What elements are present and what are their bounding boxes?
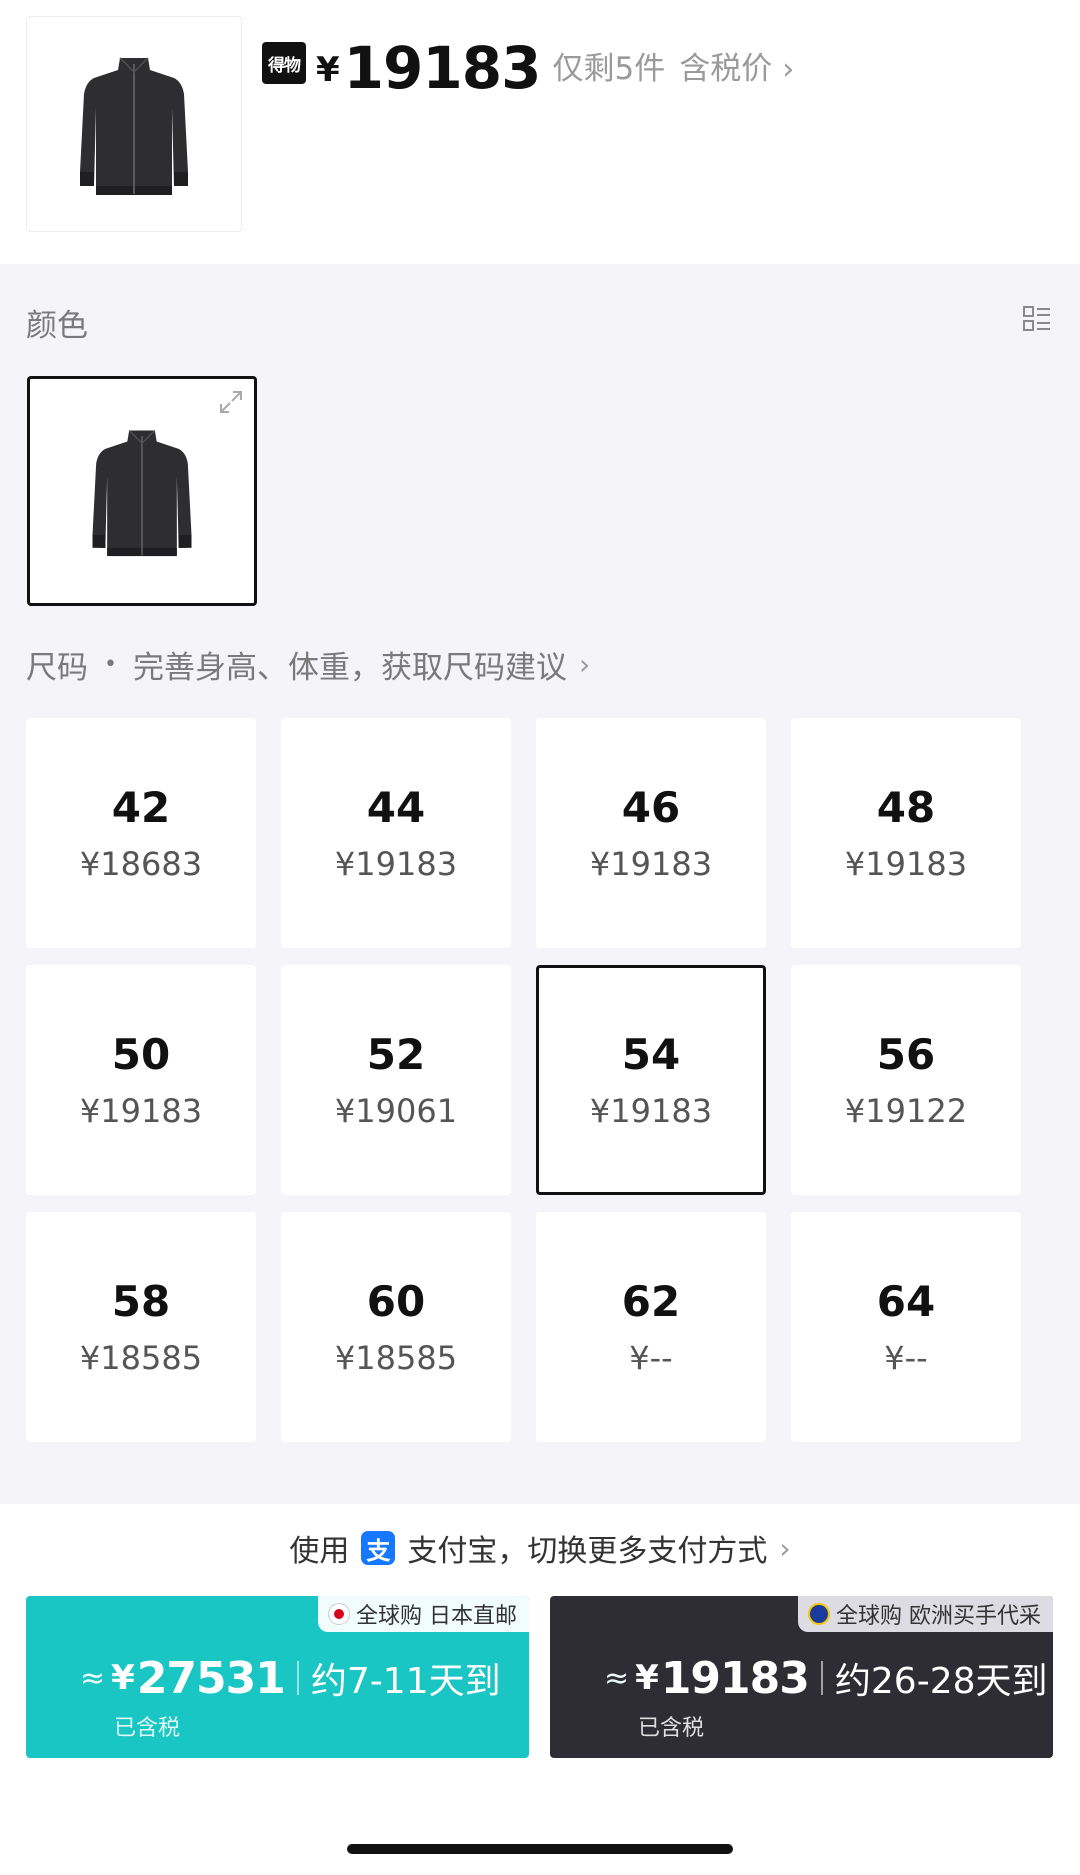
japan-flag-icon: [328, 1603, 350, 1625]
currency-symbol: ¥: [316, 50, 340, 90]
size-price: ¥18585: [334, 1339, 458, 1377]
size-option-56[interactable]: 56 ¥19122: [791, 965, 1021, 1195]
channel-tag: 全球购 欧洲买手代采: [798, 1596, 1053, 1632]
size-label: 尺码: [26, 650, 88, 686]
alipay-icon: 支: [361, 1531, 396, 1565]
size-price: ¥19183: [844, 845, 968, 883]
buy-option-price-row: ≈ ¥ 19183 约26-28天到: [604, 1652, 1048, 1704]
size-option-60[interactable]: 60 ¥18585: [281, 1212, 511, 1442]
stock-remaining: 仅剩5件: [552, 51, 666, 87]
size-number: 58: [111, 1277, 171, 1326]
buy-europe-buyer-button[interactable]: 全球购 欧洲买手代采 ≈ ¥ 19183 约26-28天到 已含税: [550, 1596, 1053, 1758]
chevron-right-icon[interactable]: ›: [782, 52, 794, 87]
size-number: 52: [366, 1030, 426, 1079]
price-row: 得物 ¥ 19183 仅剩5件 含税价 ›: [262, 26, 794, 98]
list-view-icon[interactable]: [1022, 304, 1052, 334]
size-price: ¥19183: [589, 845, 713, 883]
currency-symbol: ¥: [111, 1658, 135, 1698]
size-price: ¥19183: [589, 1092, 713, 1130]
size-advice-link[interactable]: 完善身高、体重，获取尺码建议: [133, 642, 567, 687]
payment-prefix: 使用: [289, 1534, 350, 1569]
size-option-58[interactable]: 58 ¥18585: [26, 1212, 256, 1442]
color-swatch-selected[interactable]: [27, 376, 257, 606]
size-price: ¥18585: [79, 1339, 203, 1377]
size-option-52[interactable]: 52 ¥19061: [281, 965, 511, 1195]
size-option-54[interactable]: 54 ¥19183: [536, 965, 766, 1195]
color-label: 颜色: [26, 308, 88, 344]
brand-logo: 得物: [262, 42, 306, 84]
jacket-image: [92, 430, 192, 557]
tax-note: 已含税: [638, 1716, 705, 1741]
approx-symbol: ≈: [604, 1660, 630, 1696]
product-thumbnail[interactable]: [26, 16, 242, 232]
eu-flag-icon: [808, 1603, 830, 1625]
expand-icon[interactable]: [218, 389, 244, 415]
size-price: ¥19061: [334, 1092, 458, 1130]
size-option-48[interactable]: 48 ¥19183: [791, 718, 1021, 948]
size-number: 46: [621, 783, 681, 832]
selection-panel: 颜色 尺码 • 完善身高、体重，获取尺码建议 › 42 ¥18683 44 ¥1918…: [0, 264, 1080, 1504]
size-price: ¥--: [629, 1339, 673, 1377]
delivery-eta: 约7-11天到: [310, 1661, 501, 1702]
size-option-64[interactable]: 64 ¥--: [791, 1212, 1021, 1442]
size-price: ¥--: [884, 1339, 928, 1377]
separator-dot: •: [104, 652, 117, 677]
approx-symbol: ≈: [80, 1660, 106, 1696]
buy-option-price-row: ≈ ¥ 27531 约7-11天到: [80, 1652, 501, 1704]
size-number: 62: [621, 1277, 681, 1326]
size-price: ¥19183: [79, 1092, 203, 1130]
chevron-right-icon[interactable]: ›: [579, 648, 590, 681]
size-price: ¥19183: [334, 845, 458, 883]
buy-japan-direct-button[interactable]: 全球购 日本直邮 ≈ ¥ 27531 约7-11天到 已含税: [26, 1596, 529, 1758]
product-header: 得物 ¥ 19183 仅剩5件 含税价 ›: [0, 0, 1080, 264]
size-option-42[interactable]: 42 ¥18683: [26, 718, 256, 948]
channel-tag-text: 全球购 欧洲买手代采: [836, 1604, 1041, 1629]
size-option-50[interactable]: 50 ¥19183: [26, 965, 256, 1195]
size-number: 50: [111, 1030, 171, 1079]
payment-method-row[interactable]: 使用 支 支付宝，切换更多支付方式 ›: [0, 1526, 1080, 1570]
size-option-62[interactable]: 62 ¥--: [536, 1212, 766, 1442]
jacket-image: [80, 57, 188, 195]
size-option-46[interactable]: 46 ¥19183: [536, 718, 766, 948]
payment-method-text[interactable]: 支付宝，切换更多支付方式: [407, 1526, 767, 1570]
size-hint-row[interactable]: 尺码 • 完善身高、体重，获取尺码建议 ›: [26, 642, 590, 687]
size-number: 48: [876, 783, 936, 832]
buy-option-price: 27531: [136, 1652, 286, 1704]
delivery-eta: 约26-28天到: [834, 1661, 1048, 1702]
size-price: ¥19122: [844, 1092, 968, 1130]
size-number: 60: [366, 1277, 426, 1326]
channel-tag-text: 全球购 日本直邮: [356, 1604, 517, 1629]
currency-symbol: ¥: [635, 1658, 659, 1698]
size-number: 42: [111, 783, 171, 832]
divider: [296, 1661, 299, 1695]
size-number: 56: [876, 1030, 936, 1079]
tax-note: 已含税: [114, 1716, 181, 1741]
size-option-44[interactable]: 44 ¥19183: [281, 718, 511, 948]
chevron-right-icon[interactable]: ›: [779, 1532, 790, 1565]
purchase-bar: 使用 支 支付宝，切换更多支付方式 › 全球购 日本直邮 ≈ ¥ 27531 约…: [0, 1504, 1080, 1875]
size-number: 44: [366, 783, 426, 832]
size-grid: 42 ¥18683 44 ¥19183 46 ¥19183 48 ¥19183 50 ¥19183…: [26, 718, 1026, 1442]
channel-tag: 全球购 日本直邮: [318, 1596, 529, 1632]
home-indicator[interactable]: [347, 1844, 733, 1854]
size-number: 54: [621, 1030, 681, 1079]
size-price: ¥18683: [79, 845, 203, 883]
divider: [820, 1661, 823, 1695]
product-price: 19183: [343, 34, 542, 102]
tax-included-link[interactable]: 含税价: [679, 43, 772, 88]
size-number: 64: [876, 1277, 936, 1326]
buy-option-price: 19183: [660, 1652, 810, 1704]
